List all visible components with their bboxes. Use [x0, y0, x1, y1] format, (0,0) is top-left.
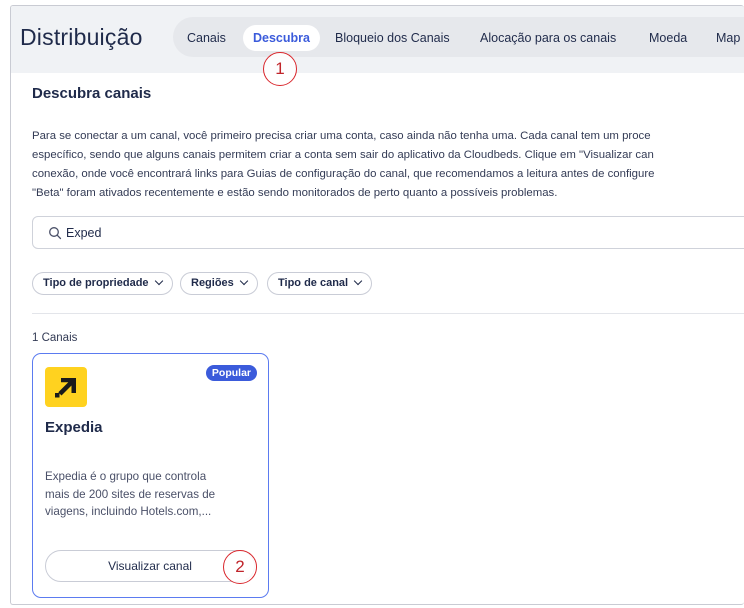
- description-line: mais de 200 sites de reservas de: [45, 487, 216, 501]
- main-content: Descubra canais Para se conectar a um ca…: [11, 73, 744, 604]
- popular-badge: Popular: [205, 365, 257, 381]
- tab-canais[interactable]: Canais: [177, 25, 236, 51]
- description-line: Expedia é o grupo que controla: [45, 470, 207, 483]
- description-line: conexão, onde você encontrará links para…: [32, 168, 655, 180]
- callout-marker-1: 1: [263, 52, 297, 86]
- description-line: Para se conectar a um canal, você primei…: [32, 130, 651, 142]
- app-window: Distribuição Canais Descubra Bloqueio do…: [10, 5, 744, 605]
- description-line: "Beta" foram ativados recentemente e est…: [32, 187, 558, 199]
- description-line: específico, sendo que alguns canais perm…: [32, 149, 654, 161]
- section-title: Descubra canais: [32, 85, 152, 102]
- filter-label: Regiões: [191, 277, 234, 289]
- filter-tipo-de-propriedade[interactable]: Tipo de propriedade: [32, 272, 173, 295]
- filter-label: Tipo de propriedade: [43, 277, 149, 289]
- tab-map[interactable]: Map: [706, 25, 744, 51]
- channel-title: Expedia: [45, 419, 103, 436]
- description-text: Para se conectar a um canal, você primei…: [32, 127, 744, 203]
- filter-label: Tipo de canal: [278, 277, 349, 289]
- search-icon: [49, 227, 62, 240]
- filter-tipo-de-canal[interactable]: Tipo de canal: [267, 272, 373, 295]
- tab-descubra[interactable]: Descubra: [243, 25, 320, 51]
- tab-bar: Canais Descubra Bloqueio dos Canais Aloc…: [173, 17, 744, 57]
- tab-bloqueio-dos-canais[interactable]: Bloqueio dos Canais: [325, 25, 460, 51]
- callout-marker-2: 2: [223, 550, 257, 584]
- divider: [32, 313, 744, 314]
- result-count: 1 Canais: [32, 332, 78, 344]
- filter-regioes[interactable]: Regiões: [180, 272, 258, 295]
- tab-alocacao-para-os-canais[interactable]: Alocação para os canais: [470, 25, 626, 51]
- page-title: Distribuição: [20, 24, 143, 50]
- expedia-logo: [45, 367, 87, 407]
- chevron-down-icon: [154, 276, 163, 286]
- search-input[interactable]: Exped: [32, 216, 744, 249]
- header-bar: Distribuição Canais Descubra Bloqueio do…: [11, 6, 744, 73]
- expedia-arrow-icon: [55, 378, 76, 398]
- tab-moeda[interactable]: Moeda: [639, 25, 697, 51]
- chevron-down-icon: [239, 276, 249, 286]
- description-line: viagens, incluindo Hotels.com,...: [45, 505, 212, 518]
- search-value: Exped: [66, 226, 102, 240]
- chevron-down-icon: [353, 276, 363, 286]
- channel-description: Expedia é o grupo que controla mais de 2…: [45, 468, 250, 521]
